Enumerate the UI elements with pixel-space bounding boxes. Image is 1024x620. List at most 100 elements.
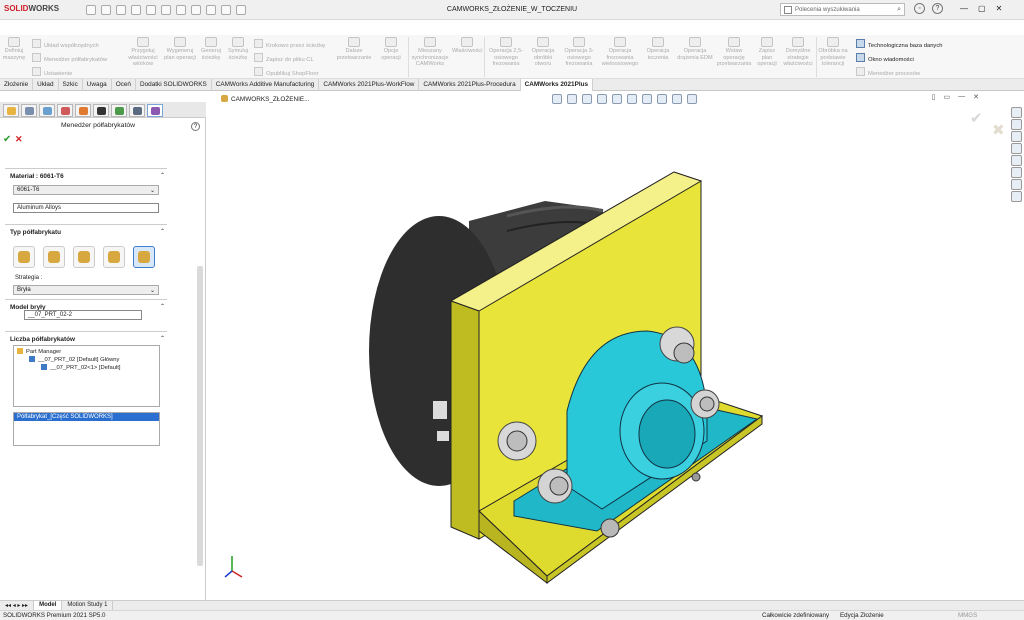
tab-1[interactable]: Układ [33, 79, 59, 91]
appearances-icon[interactable] [1011, 155, 1022, 166]
home-icon[interactable] [86, 5, 96, 15]
stock-list[interactable]: Półfabrykat_[Część SOLIDWORKS] [13, 412, 160, 446]
search-icon[interactable]: ⌕ [897, 6, 901, 14]
rebuild-icon[interactable] [206, 5, 216, 15]
operation-options-button[interactable]: Opcje operacji [376, 37, 406, 61]
coordinate-system-button[interactable]: Układ współrzędnych [32, 39, 99, 49]
collapse-chevron-icon[interactable]: ⌃ [160, 228, 165, 235]
maximize-icon[interactable]: ▢ [978, 4, 986, 13]
design-library-icon[interactable] [1011, 119, 1022, 130]
extract-features-button[interactable]: Przygotuj właściwości wiórków [124, 37, 162, 68]
solidworks-resources-icon[interactable] [1011, 107, 1022, 118]
status-units[interactable]: MMGS [958, 612, 977, 619]
tolerance-machining-button[interactable]: Obróbka na podstawie tolerancji [818, 37, 848, 68]
bottom-tab-0[interactable]: Model [34, 601, 63, 610]
process-manager-button[interactable]: Menedżer procesów [856, 67, 920, 77]
cylinder-stock-icon[interactable] [103, 246, 125, 268]
minimize-icon[interactable]: — [960, 4, 968, 13]
graphics-area[interactable]: CAMWORKS_ZŁOŻENIE... ▯ ▭ — ✕ ✔ ✖ [207, 91, 1024, 600]
sync-manager-button[interactable]: Mieszany synchronizacje CAMWorks [410, 37, 450, 68]
generate-toolpath-button[interactable]: Generuj ścieżkę [198, 37, 224, 61]
tab-property-manager[interactable] [21, 104, 37, 117]
view-palette-icon[interactable] [1011, 143, 1022, 154]
3dexperience-icon[interactable] [1011, 191, 1022, 202]
save-cl-file-button[interactable]: Zapisz do pliku CL [254, 53, 314, 63]
generate-operation-plan-button[interactable]: Wygeneruj plan operacji [164, 37, 196, 61]
collapse-chevron-icon[interactable]: ⌃ [160, 172, 165, 179]
ok-checkmark-icon[interactable]: ✔ [3, 134, 11, 145]
tab-camworks-tools[interactable] [129, 104, 145, 117]
tab-scroll-arrows[interactable]: ◂◂ ◂ ▸ ▸▸ [0, 601, 35, 610]
material-select[interactable]: 6061-T6 ⌄ [13, 185, 159, 195]
file-explorer-icon[interactable] [1011, 131, 1022, 142]
assembly-model-view[interactable] [207, 91, 1024, 600]
tab-5[interactable]: Dodatki SOLIDWORKS [136, 79, 212, 91]
solidworks-forum-icon[interactable] [1011, 179, 1022, 190]
user-icon[interactable]: ◦ [914, 3, 925, 14]
tab-camworks-operations[interactable] [111, 104, 127, 117]
close-icon[interactable]: ✕ [996, 4, 1003, 13]
properties-button[interactable]: Właściwości [452, 37, 482, 55]
default-strategies-button[interactable]: Domyślne strategie właściwości [782, 37, 814, 68]
tab-configuration-manager[interactable] [39, 104, 55, 117]
open-icon[interactable] [116, 5, 126, 15]
print-icon[interactable] [146, 5, 156, 15]
undo-icon[interactable] [161, 5, 171, 15]
redo-icon[interactable] [176, 5, 186, 15]
tab-3[interactable]: Uwaga [83, 79, 112, 91]
hole-machining-button[interactable]: Operacja obróbki otworu [528, 37, 558, 68]
part-file-stock-icon[interactable] [133, 246, 155, 268]
collapse-chevron-icon[interactable]: ⌃ [160, 335, 165, 342]
tree-node-part[interactable]: __07_PRT_02 [Default] Główny [17, 356, 156, 364]
panel-scrollbar[interactable] [197, 266, 203, 566]
publish-shopfloor-button[interactable]: Opublikuj ShopFloor [254, 67, 319, 77]
tab-4[interactable]: Oceń [112, 79, 136, 91]
tab-6[interactable]: CAMWorks Additive Manufacturing [212, 79, 320, 91]
tab-display-manager[interactable] [75, 104, 91, 117]
material-category-field[interactable]: Aluminum Alloys [13, 203, 159, 213]
post-process-button[interactable]: Dalsze przetwarzanie [334, 37, 374, 61]
custom-properties-icon[interactable] [1011, 167, 1022, 178]
collapse-chevron-icon[interactable]: ⌃ [160, 303, 165, 310]
command-search-input[interactable]: Polecenia wyszukiwania ⌕ [780, 3, 905, 16]
technology-database-button[interactable]: Technologiczna baza danych [856, 39, 942, 49]
save-operation-plan-button[interactable]: Zapisz plan operacji [754, 37, 780, 68]
step-through-toolpath-button[interactable]: Krokowo przez ścieżkę [254, 39, 325, 49]
file-properties-icon[interactable] [221, 5, 231, 15]
tab-dimxpert[interactable] [57, 104, 73, 117]
extruded-sketch-stock-icon[interactable] [43, 246, 65, 268]
edm-operation-button[interactable]: Operacja drążenia EDM [676, 37, 714, 61]
tab-2[interactable]: Szkic [59, 79, 83, 91]
new-document-icon[interactable] [101, 5, 111, 15]
help-icon[interactable]: ? [191, 122, 200, 131]
multiaxis-milling-button[interactable]: Operacja frezowania wieloosiowego [600, 37, 640, 68]
tab-0[interactable]: Złożenie [0, 79, 34, 91]
save-icon[interactable] [131, 5, 141, 15]
insert-process-operation-button[interactable]: Wstaw operację przetwarzania [716, 37, 752, 68]
tab-7[interactable]: CAMWorks 2021Plus-WorkFlow [319, 79, 420, 91]
options-gear-icon[interactable] [236, 5, 246, 15]
message-window-button[interactable]: Okno wiadomości [856, 53, 914, 63]
list-item[interactable]: Półfabrykat_[Część SOLIDWORKS] [14, 413, 159, 421]
bottom-tab-1[interactable]: Motion Study 1 [62, 601, 114, 610]
turning-operation-button[interactable]: Operacja toczenia [642, 37, 674, 61]
select-icon[interactable] [191, 5, 201, 15]
tree-node-part-manager[interactable]: Part Manager [17, 348, 156, 356]
setup-button[interactable]: Ustawienie [32, 67, 72, 77]
stl-stock-icon[interactable] [73, 246, 95, 268]
simulate-toolpath-button[interactable]: Symuluj ścieżkę [226, 37, 250, 61]
tab-feature-tree[interactable] [3, 104, 19, 117]
define-machine-button[interactable]: Definiuj maszynę [2, 37, 26, 61]
bounding-box-stock-icon[interactable] [13, 246, 35, 268]
solidworks-logo[interactable]: SOLIDWORKS [4, 4, 59, 13]
tab-camworks-features[interactable] [93, 104, 109, 117]
stock-manager-button[interactable]: Menedżer półfabrykatów [32, 53, 107, 63]
milling-2-5-axis-button[interactable]: Operacja 2,5-osiowego frezowania [486, 37, 526, 68]
cancel-x-icon[interactable]: ✕ [15, 134, 23, 145]
strategy-select[interactable]: Bryła ⌄ [13, 285, 159, 295]
tab-9[interactable]: CAMWorks 2021Plus [520, 79, 594, 91]
milling-3-axis-button[interactable]: Operacja 3-osiowego frezowania [560, 37, 598, 68]
tree-node-instance[interactable]: __07_PRT_02<1> [Default] [17, 364, 156, 372]
solid-model-field[interactable]: __07_PRT_02-2 [24, 310, 142, 320]
help-question-icon[interactable]: ? [932, 3, 943, 14]
